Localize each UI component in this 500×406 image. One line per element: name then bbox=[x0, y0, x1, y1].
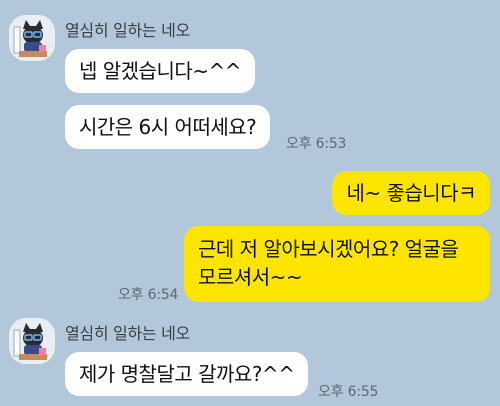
sender-name: 열심히 일하는 네오 bbox=[65, 324, 190, 343]
message-line: 모르셔서~~ bbox=[198, 265, 303, 289]
message-timestamp: 오후 6:54 bbox=[118, 287, 179, 303]
avatar-icon[interactable] bbox=[9, 318, 55, 364]
message-line: 근데 저 알아보시겠어요? 얼굴을 bbox=[198, 237, 459, 261]
incoming-message-bubble[interactable]: 시간은 6시 어떠세요? bbox=[65, 105, 271, 149]
incoming-message-bubble[interactable]: 제가 명찰달고 갈까요?^^ bbox=[65, 352, 309, 396]
message-timestamp: 오후 6:55 bbox=[318, 384, 379, 400]
avatar-icon[interactable] bbox=[9, 15, 55, 61]
outgoing-message-bubble[interactable]: 네~ 좋습니다ㅋ bbox=[332, 171, 490, 215]
sender-name: 열심히 일하는 네오 bbox=[65, 21, 190, 40]
outgoing-message-bubble[interactable]: 근데 저 알아보시겠어요? 얼굴을 모르셔서~~ bbox=[184, 226, 490, 302]
message-timestamp: 오후 6:53 bbox=[286, 136, 347, 152]
incoming-message-bubble[interactable]: 넵 알겠습니다~^^ bbox=[65, 49, 256, 93]
